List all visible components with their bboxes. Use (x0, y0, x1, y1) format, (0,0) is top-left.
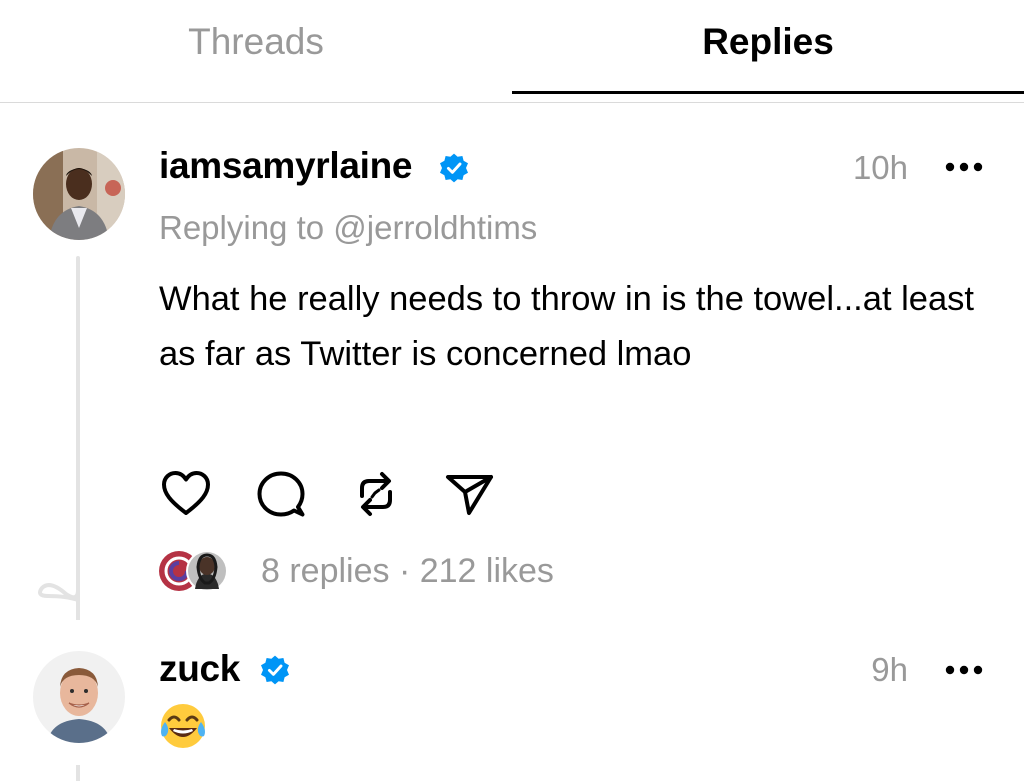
avatar-iamsamyrlaine[interactable] (33, 148, 125, 240)
post-body-text: What he really needs to throw in is the … (159, 280, 974, 373)
post-timestamp: 10h (852, 149, 908, 186)
reply-comment-icon[interactable] (255, 468, 307, 520)
post-username[interactable]: zuck (159, 647, 240, 691)
verified-badge-icon (440, 153, 468, 183)
replying-to-label[interactable]: Replying to @jerroldhtims (159, 206, 537, 250)
tab-replies[interactable]: Replies (512, 18, 1024, 66)
more-options-icon[interactable] (944, 664, 984, 676)
more-options-icon[interactable] (944, 161, 984, 173)
like-heart-icon[interactable] (160, 468, 212, 520)
tab-bar: Threads Replies (0, 0, 1024, 94)
repost-icon[interactable] (350, 468, 402, 520)
thread-connector-line-2 (76, 765, 80, 781)
active-tab-indicator (512, 91, 1024, 94)
share-send-icon[interactable] (444, 468, 496, 520)
avatar-zuck[interactable] (33, 651, 125, 743)
reply-avatars-group (159, 550, 228, 592)
tab-threads[interactable]: Threads (0, 18, 512, 66)
replies-likes-count[interactable]: 8 replies · 212 likes (261, 549, 554, 593)
post-username[interactable]: iamsamyrlaine (159, 144, 413, 188)
tab-divider (0, 102, 1024, 103)
post-timestamp: 9h (871, 651, 908, 688)
tears-of-joy-emoji-icon (161, 704, 205, 748)
thread-curl-icon (38, 554, 80, 620)
verified-badge-icon (261, 655, 289, 685)
